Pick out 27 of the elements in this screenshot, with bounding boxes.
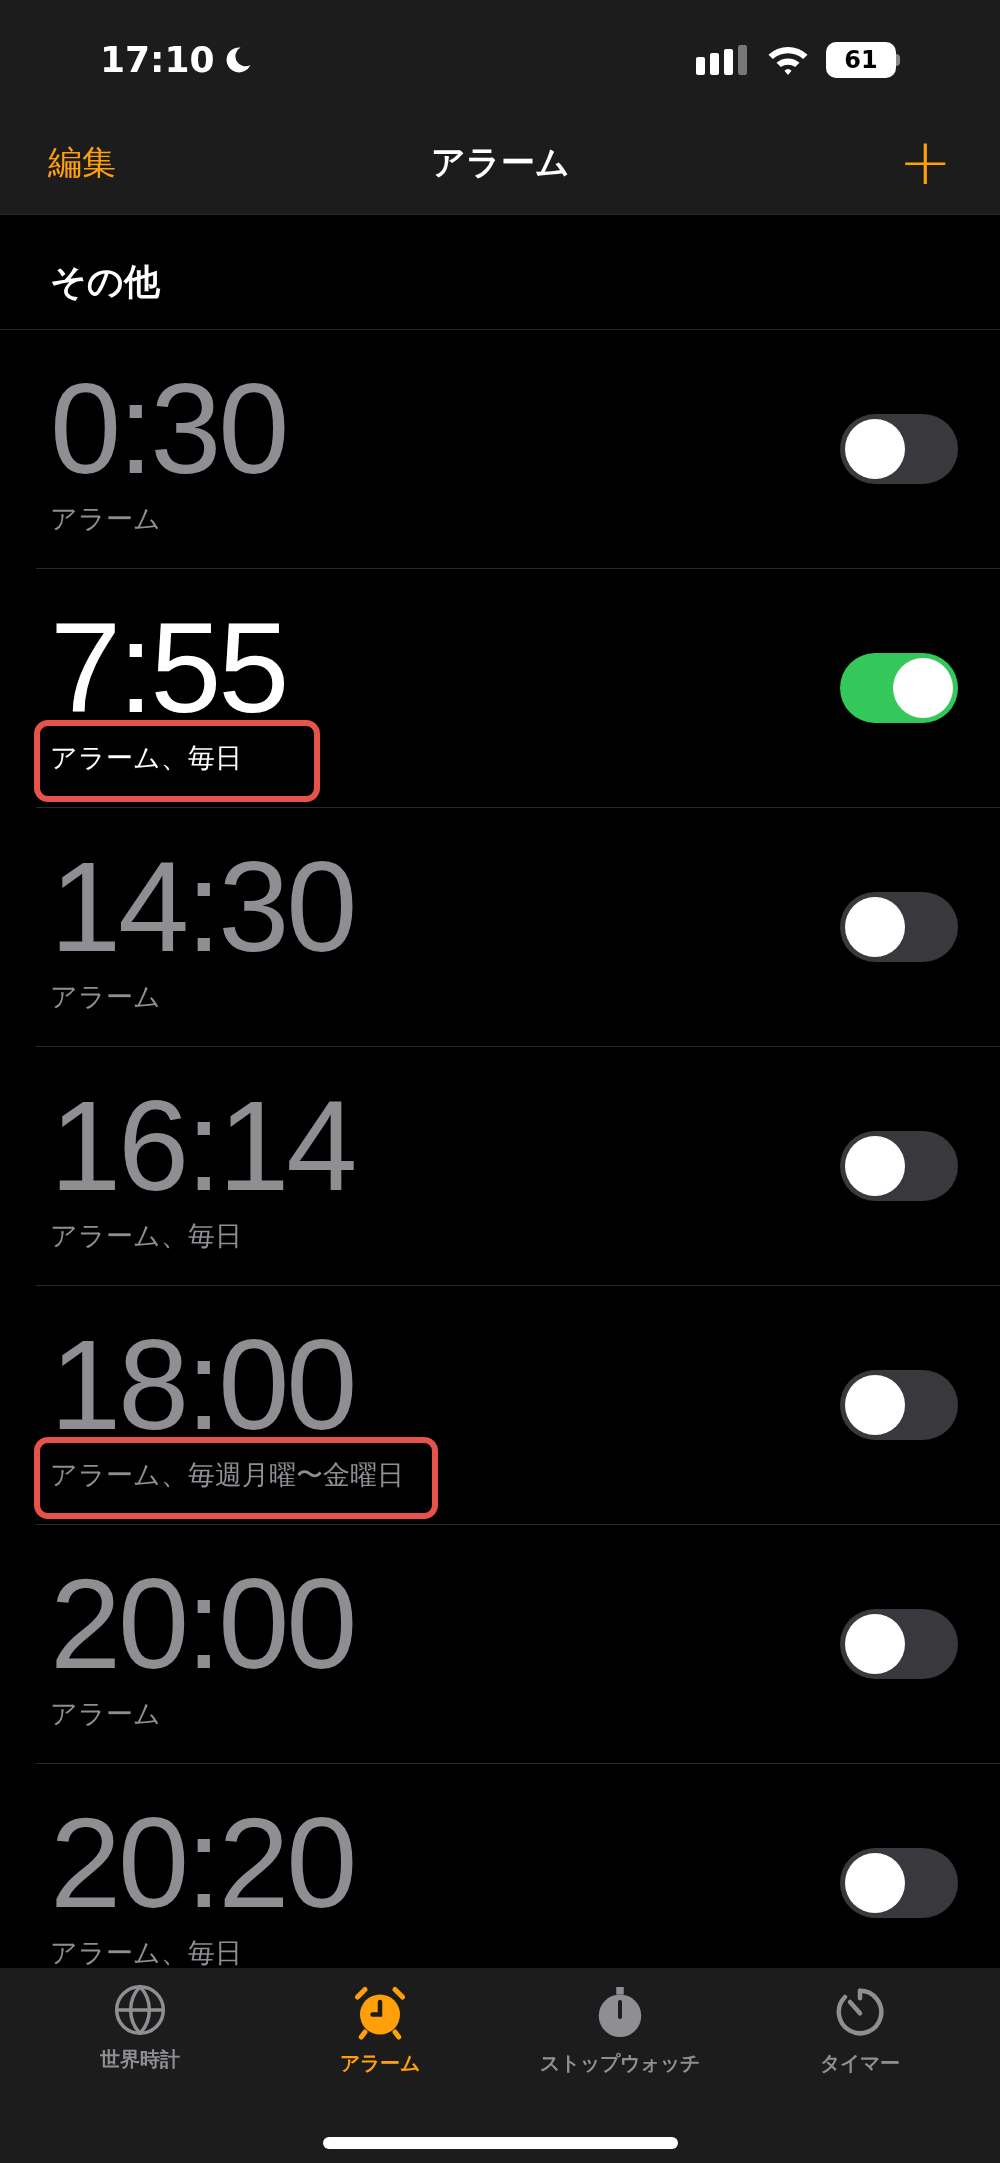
alarm-time: 16:14 <box>50 1076 355 1216</box>
alarm-time: 0:30 <box>50 359 287 499</box>
signal-icon <box>696 45 750 75</box>
alarm-label: アラーム、毎日 <box>50 1219 243 1253</box>
add-button[interactable]: + <box>842 130 952 194</box>
tab-item[interactable]: 世界時計 <box>25 1982 255 2078</box>
alarm-time: 20:20 <box>50 1793 355 1933</box>
alarm-time: 14:30 <box>50 837 355 977</box>
section-header: その他 <box>50 260 160 304</box>
alarm-label: アラーム、毎日 <box>50 1936 243 1968</box>
tab-item[interactable]: アラーム <box>265 1982 495 2078</box>
alarm-label: アラーム、毎週月曜〜金曜日 <box>50 1458 404 1492</box>
tab-item[interactable]: ストップウォッチ <box>505 1982 735 2078</box>
alarm-time: 18:00 <box>50 1315 356 1455</box>
alarm-label: アラーム <box>50 1697 162 1731</box>
battery-percent: 61 <box>844 45 878 76</box>
tab-item[interactable]: タイマー <box>745 1982 975 2078</box>
alarm-label: アラーム、毎日 <box>50 741 243 775</box>
nav-title: アラーム <box>430 140 570 184</box>
edit-button[interactable]: 編集 <box>48 136 158 188</box>
globe-icon <box>112 1982 168 2038</box>
status-time: 17:10 <box>100 38 215 82</box>
alarm-time: 7:55 <box>50 598 287 738</box>
alarm-label: アラーム <box>50 980 162 1014</box>
alarm-time: 20:00 <box>50 1554 355 1694</box>
alarm-label: アラーム <box>50 502 162 536</box>
wifi-icon <box>766 44 810 76</box>
